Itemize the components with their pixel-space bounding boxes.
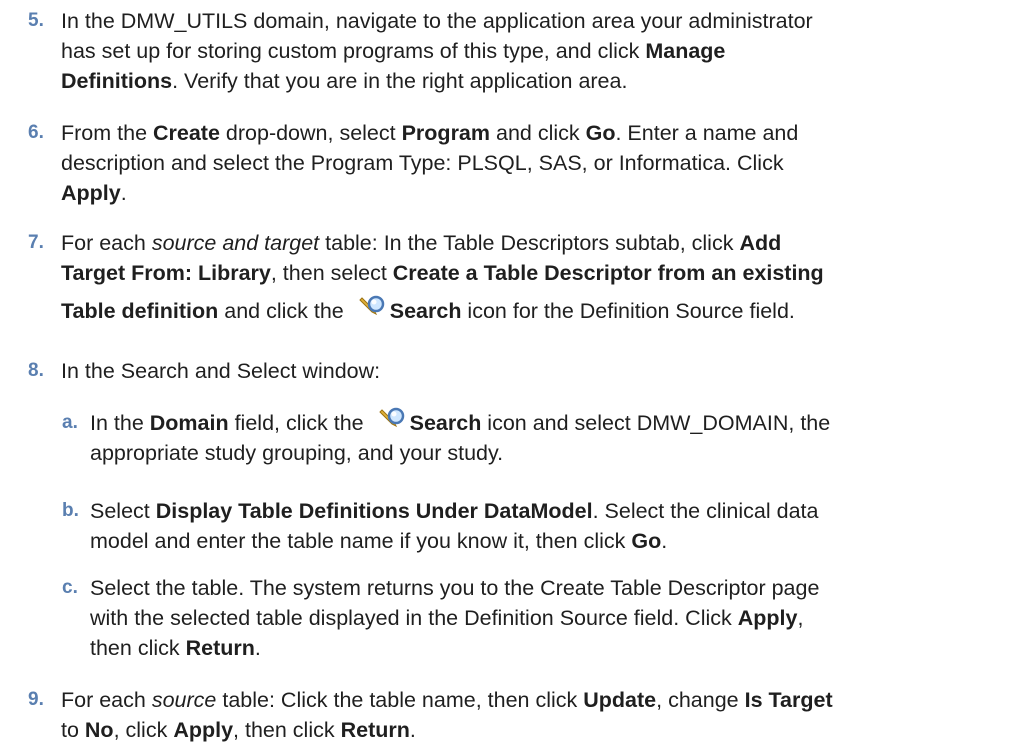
substep-text: Select the table. The system returns you…: [90, 573, 992, 663]
substep-letter: b.: [62, 500, 79, 521]
step-line: then click Return.: [90, 636, 261, 660]
step-line: to No, click Apply, then click Return.: [61, 718, 416, 742]
step-line: In the Search and Select window:: [61, 359, 381, 383]
step-line: Definitions. Verify that you are in the …: [61, 69, 628, 93]
step-line: From the Create drop-down, select Progra…: [61, 121, 799, 145]
step-number: 7.: [28, 232, 44, 253]
step-line: Table definition and click the Search ic…: [61, 288, 1013, 334]
step-line: model and enter the table name if you kn…: [90, 529, 668, 553]
step-line: Select the table. The system returns you…: [90, 576, 820, 600]
step-line: Apply.: [61, 181, 127, 205]
step-line: with the selected table displayed in the…: [90, 606, 804, 630]
step-text: In the Search and Select window:: [61, 356, 1013, 386]
substep-text: Select Display Table Definitions Under D…: [90, 496, 992, 556]
step-number: 8.: [28, 360, 44, 381]
step-line: Target From: Library, then select Create…: [61, 261, 824, 285]
substep-letter: a.: [62, 412, 78, 433]
step-line: For each source table: Click the table n…: [61, 688, 833, 712]
magnifier-search-icon: [376, 404, 408, 432]
substep-letter: c.: [62, 577, 78, 598]
step-line: description and select the Program Type:…: [61, 151, 784, 175]
step-line: For each source and target table: In the…: [61, 231, 782, 255]
substep-text: In the Domain field, click the Search ic…: [90, 407, 992, 468]
step-line: In the DMW_UTILS domain, navigate to the…: [61, 9, 813, 33]
step-text: For each source table: Click the table n…: [61, 685, 1013, 745]
step-text: In the DMW_UTILS domain, navigate to the…: [61, 6, 1013, 96]
step-number: 5.: [28, 10, 44, 31]
step-number: 9.: [28, 689, 44, 710]
step-text: From the Create drop-down, select Progra…: [61, 118, 1013, 208]
step-line: has set up for storing custom programs o…: [61, 39, 726, 63]
document-page: 5. In the DMW_UTILS domain, navigate to …: [0, 0, 1030, 754]
step-number: 6.: [28, 122, 44, 143]
step-text: For each source and target table: In the…: [61, 228, 1013, 334]
magnifier-search-icon: [356, 292, 388, 320]
step-line: Select Display Table Definitions Under D…: [90, 499, 819, 523]
